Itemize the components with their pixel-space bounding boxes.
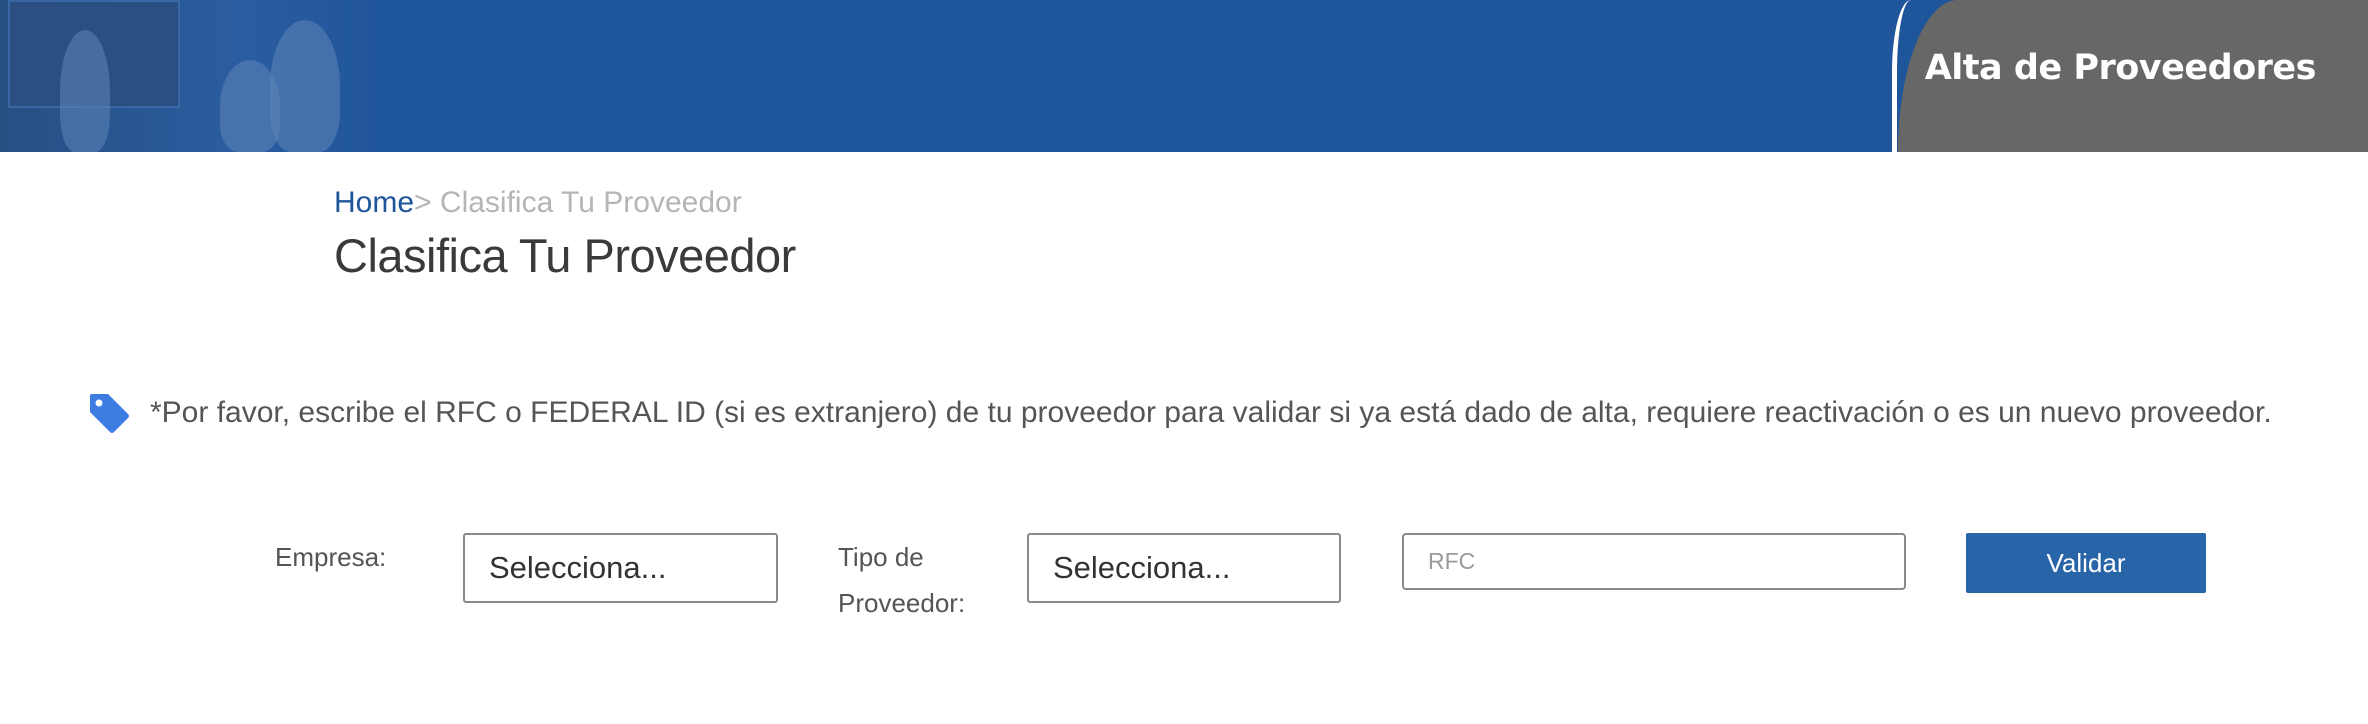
notice-text: *Por favor, escribe el RFC o FEDERAL ID … xyxy=(150,396,2272,429)
empresa-select[interactable]: Selecciona... xyxy=(463,533,778,603)
breadcrumb: Home> Clasifica Tu Proveedor xyxy=(334,186,742,220)
tipo-proveedor-select[interactable]: Selecciona... xyxy=(1027,533,1341,603)
breadcrumb-current: Clasifica Tu Proveedor xyxy=(431,186,742,219)
header-banner: Alta de Proveedores xyxy=(0,0,2368,152)
empresa-label: Empresa: xyxy=(275,542,387,572)
tipo-label-line2: Proveedor: xyxy=(838,588,966,618)
breadcrumb-separator: > xyxy=(414,186,432,219)
tipo-select-value: Selecciona... xyxy=(1053,550,1231,585)
tag-icon xyxy=(90,394,129,433)
breadcrumb-home-link[interactable]: Home xyxy=(334,186,414,219)
validar-button[interactable]: Validar xyxy=(1966,533,2206,593)
page-title: Clasifica Tu Proveedor xyxy=(334,229,796,282)
empresa-select-value: Selecciona... xyxy=(489,550,667,585)
app-title: Alta de Proveedores xyxy=(1924,48,2317,88)
banner-photo xyxy=(0,0,400,152)
person-figure xyxy=(270,20,340,152)
rfc-input[interactable] xyxy=(1402,533,1906,590)
notice: *Por favor, escribe el RFC o FEDERAL ID … xyxy=(88,390,2272,436)
tipo-proveedor-label: Tipo de Proveedor: xyxy=(838,534,965,626)
header-badge: Alta de Proveedores xyxy=(1892,0,2368,152)
person-figure xyxy=(60,30,110,152)
tipo-label-line1: Tipo de xyxy=(838,542,924,572)
